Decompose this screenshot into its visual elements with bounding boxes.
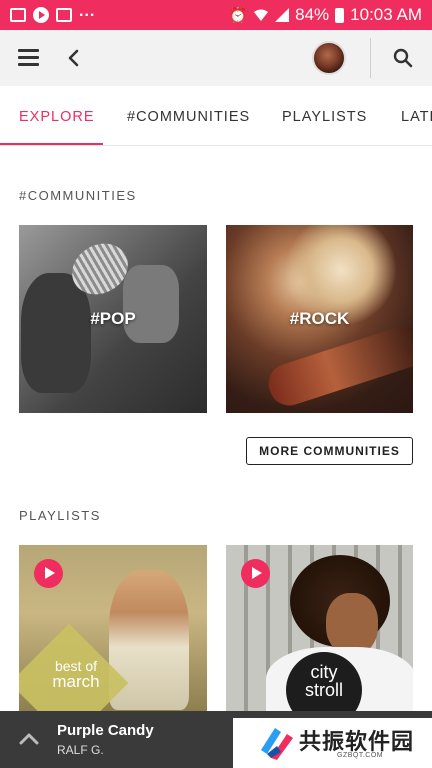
watermark-url: GZBQT.COM — [337, 752, 384, 759]
user-avatar[interactable] — [312, 41, 346, 75]
playlist-name-line2: stroll — [304, 680, 343, 700]
active-tab-indicator — [0, 143, 103, 145]
clock: 10:03 AM — [350, 5, 422, 24]
app-bar — [0, 30, 432, 86]
back-arrow-icon[interactable] — [66, 49, 80, 67]
community-tile-rock[interactable]: #ROCK — [226, 225, 413, 413]
tab-explore[interactable]: EXPLORE — [19, 86, 95, 145]
more-notifications-indicator: ... — [79, 3, 96, 20]
play-button[interactable] — [241, 559, 270, 588]
now-playing-title: Purple Candy — [57, 722, 154, 739]
tab-bar: EXPLORE #COMMUNITIES PLAYLISTS LATEST — [0, 86, 432, 146]
community-label: #POP — [90, 309, 136, 328]
chevron-up-icon[interactable] — [19, 733, 39, 745]
community-label: #ROCK — [289, 309, 350, 328]
battery-percent: 84% — [295, 5, 330, 24]
playlist-badge-text: best of march — [41, 659, 111, 691]
message-icon — [56, 8, 72, 22]
status-notifications: ... — [10, 3, 228, 23]
playlist-badge-text: city stroll — [286, 663, 362, 699]
watermark-logo-icon — [261, 728, 293, 760]
app-bar-divider — [370, 38, 371, 78]
playlist-tile-city-stroll[interactable]: city stroll — [226, 545, 413, 715]
media-play-icon — [33, 7, 49, 23]
status-bar: ... ⏰ 84% 10:03 AM — [0, 0, 432, 30]
now-playing-artist: RALF G. — [57, 743, 104, 757]
signal-icon — [275, 8, 290, 22]
search-icon[interactable] — [393, 48, 413, 68]
communities-section-title: #COMMUNITIES — [19, 188, 137, 203]
tab-playlists[interactable]: PLAYLISTS — [282, 86, 367, 145]
playlist-name-line1: city — [310, 662, 338, 682]
more-communities-button[interactable]: MORE COMMUNITIES — [246, 437, 413, 465]
watermark: 共振软件园 GZBQT.COM — [233, 718, 432, 768]
battery-icon — [335, 7, 345, 23]
playlist-tile-best-of-march[interactable]: best of march — [19, 545, 207, 715]
playlists-section-title: PLAYLISTS — [19, 508, 101, 523]
image-icon — [10, 8, 26, 22]
play-button[interactable] — [34, 559, 63, 588]
playlist-name-line2: march — [52, 672, 100, 691]
tab-latest[interactable]: LATEST — [401, 86, 432, 145]
community-tile-pop[interactable]: #POP — [19, 225, 207, 413]
tab-communities[interactable]: #COMMUNITIES — [127, 86, 250, 145]
status-system: ⏰ 84% 10:03 AM — [228, 5, 422, 25]
menu-icon[interactable] — [18, 49, 39, 66]
alarm-icon: ⏰ — [228, 7, 248, 24]
wifi-icon — [254, 9, 269, 21]
